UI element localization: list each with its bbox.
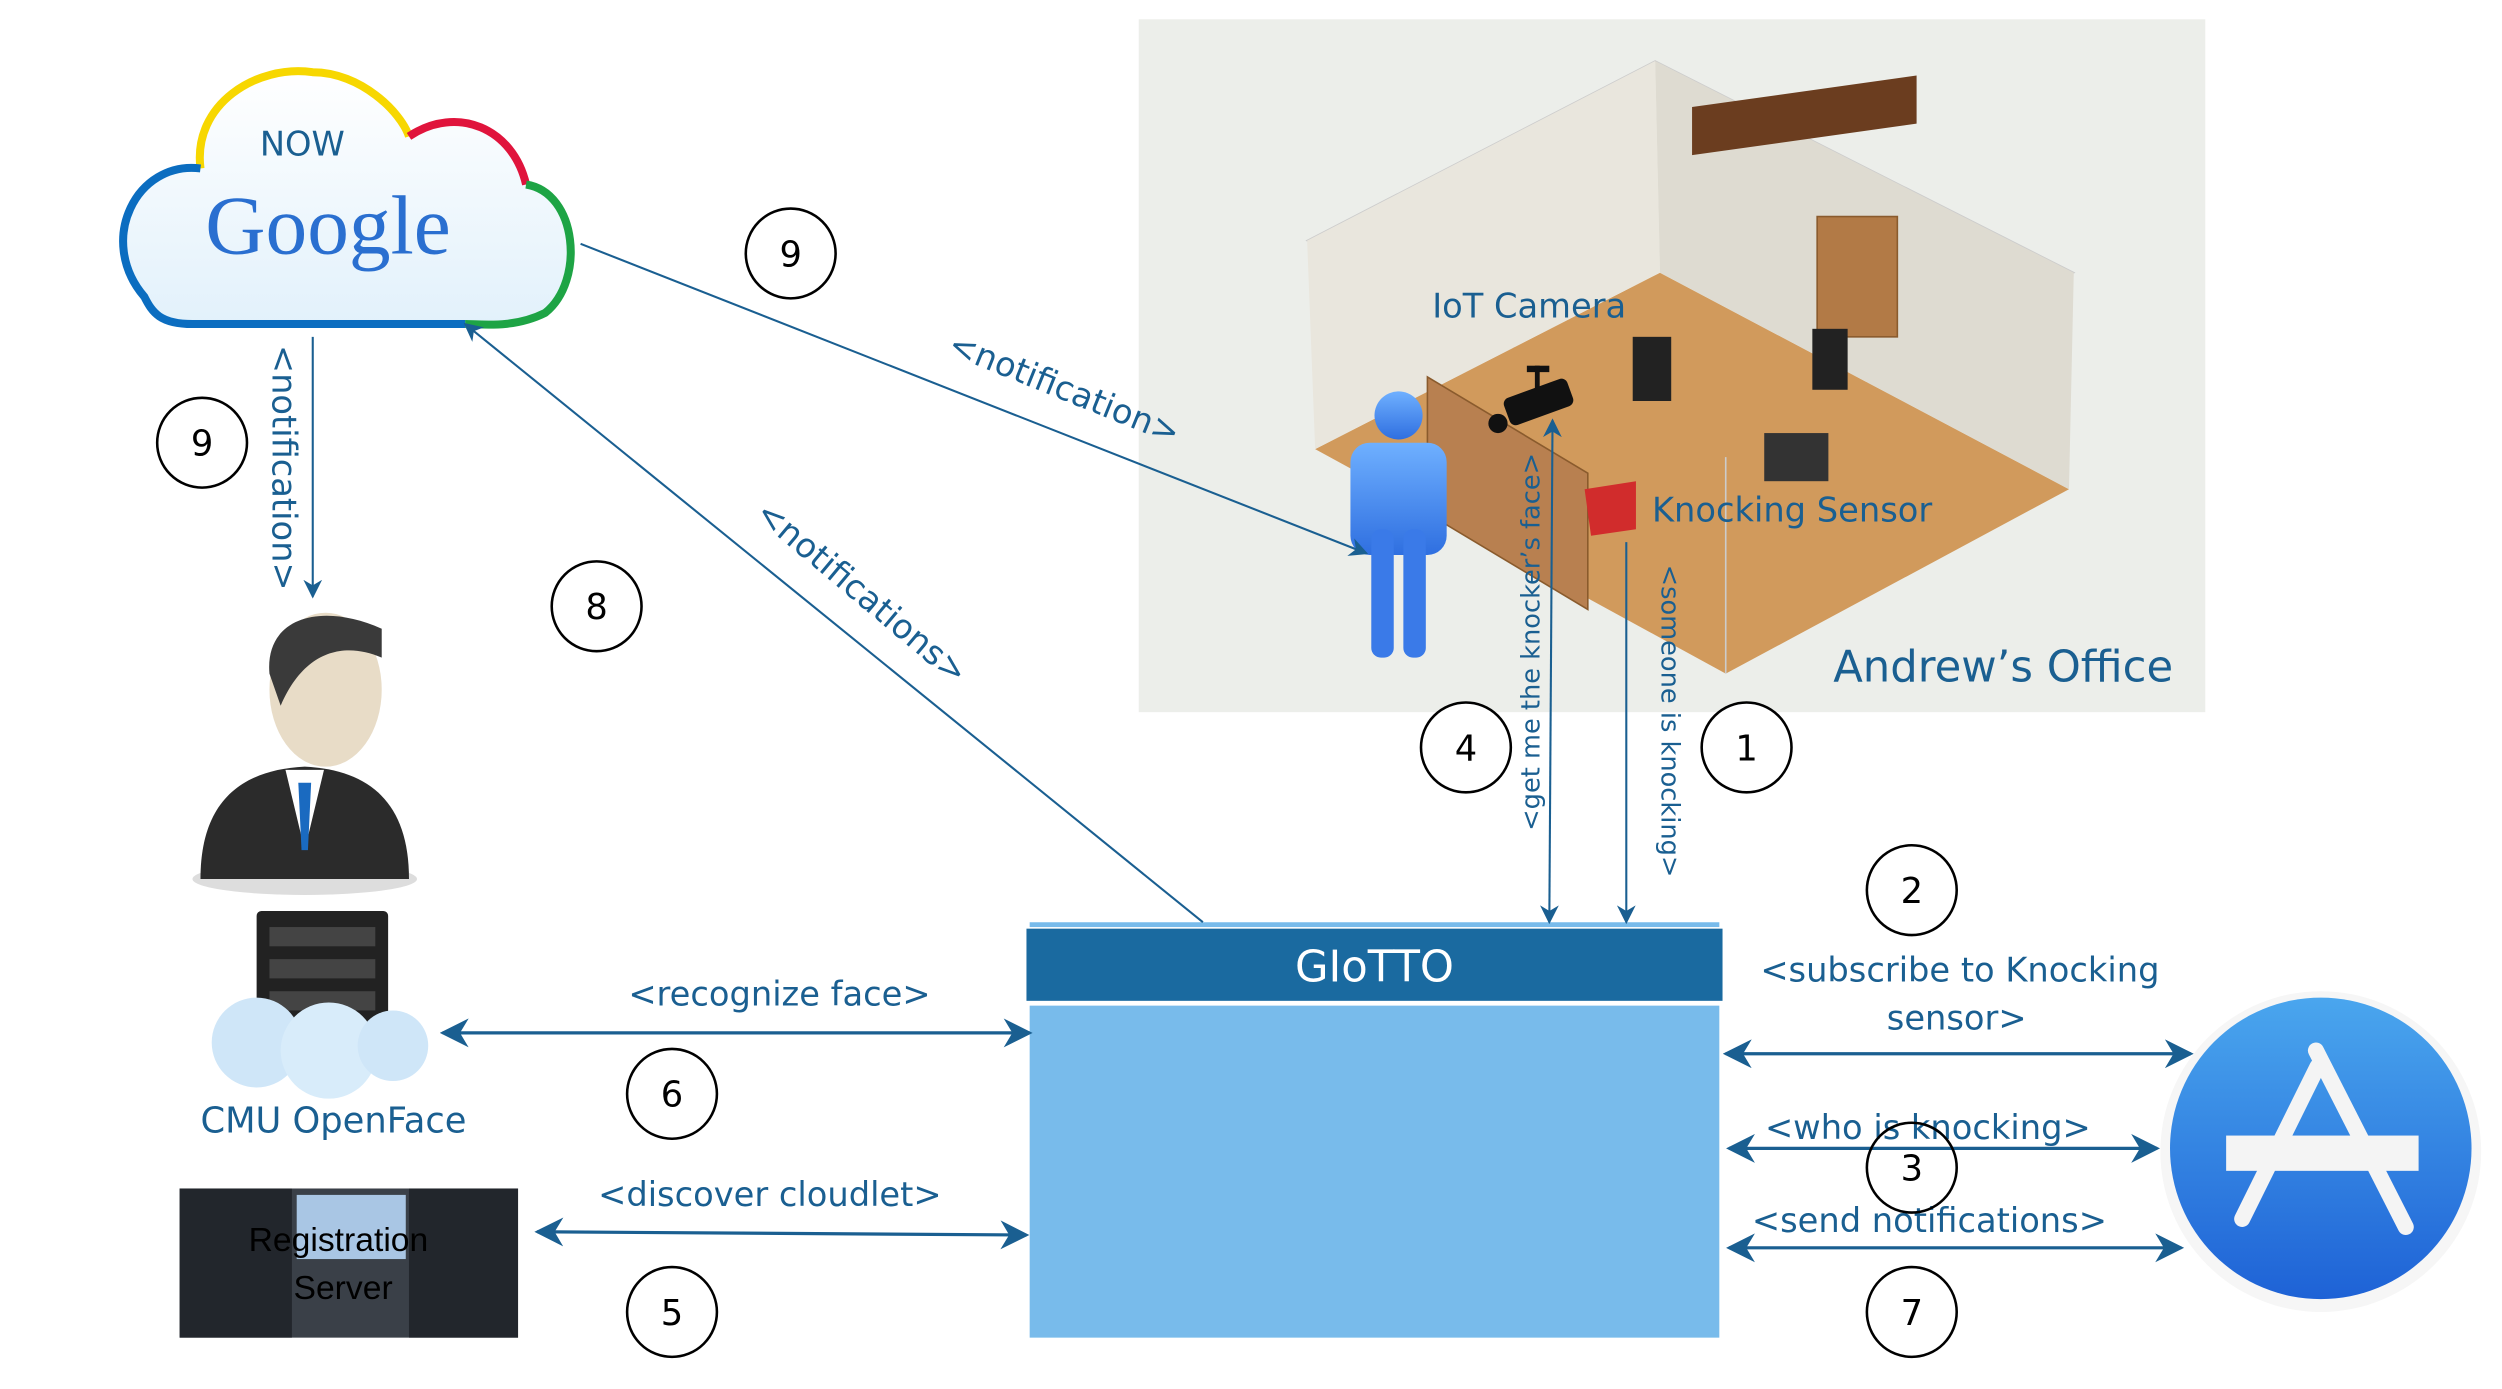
svg-text:3: 3 [1901,1148,1923,1189]
step-9-office: 9 [744,207,837,300]
camera-label: IoT Camera [1432,287,1626,326]
step-5: 5 [625,1265,719,1359]
registration-label-1: Registration [249,1222,429,1259]
chair-icon [1632,336,1672,401]
label-get-face: <get me the knocker’s face> [1517,453,1547,831]
registration-label-2: Server [294,1270,393,1307]
openface-server-icon [211,911,429,1099]
step-1: 1 [1700,701,1793,794]
diagram: Andrew’s Office IoT Camera Knocking Sens… [119,19,2482,1359]
giotto-title: GIoTTO [1295,943,1454,993]
label-subscribe-2: sensor> [1887,999,2027,1038]
svg-text:8: 8 [585,587,607,628]
sensor-label: Knocking Sensor [1652,490,1932,529]
label-who-knocking: <who is knocking> [1765,1108,2091,1147]
google-now-label: NOW [260,125,345,164]
svg-text:9: 9 [191,424,213,465]
svg-text:2: 2 [1901,871,1923,912]
svg-text:5: 5 [661,1293,683,1334]
knocking-sensor-icon [1584,481,1636,536]
label-someone-knocking: <someone is knocking> [1655,565,1685,878]
label-discover-cloudlet: <discover cloudlet> [598,1175,941,1214]
step-4: 4 [1419,701,1513,794]
label-recognize-face: <recognize face> [628,975,930,1014]
chair-icon [1764,433,1829,482]
window-icon [1816,215,1899,338]
user-businessman-icon [192,612,417,895]
svg-text:1: 1 [1735,728,1757,769]
giotto-platform: GIoTTO [1026,922,1723,1338]
step-9-user: 9 [155,396,249,489]
office-title: Andrew’s Office [1833,643,2173,693]
step-7: 7 [1865,1265,1958,1359]
svg-text:6: 6 [661,1075,683,1116]
label-send-notifications: <send notifications> [1752,1201,2107,1240]
svg-text:9: 9 [779,234,801,275]
google-logo-text: Google [205,180,450,272]
registration-server-image: Registration Server [179,1188,519,1338]
openface-label: CMU OpenFace [200,1100,466,1141]
label-notification-user: <notification> [265,345,304,591]
step-2: 2 [1865,843,1958,937]
label-subscribe-1: <subscribe to Knocking [1760,951,2159,990]
svg-text:4: 4 [1455,728,1477,769]
chair-icon [1812,328,1848,390]
arrow-discover-cloudlet [534,1217,1030,1250]
step-8: 8 [550,560,643,653]
app-store-icon [2160,991,2482,1312]
label-notifications-google: <notifications> [749,493,976,692]
google-now-cloud: NOW Google [119,67,575,329]
svg-text:7: 7 [1901,1293,1923,1334]
step-6: 6 [625,1047,719,1141]
